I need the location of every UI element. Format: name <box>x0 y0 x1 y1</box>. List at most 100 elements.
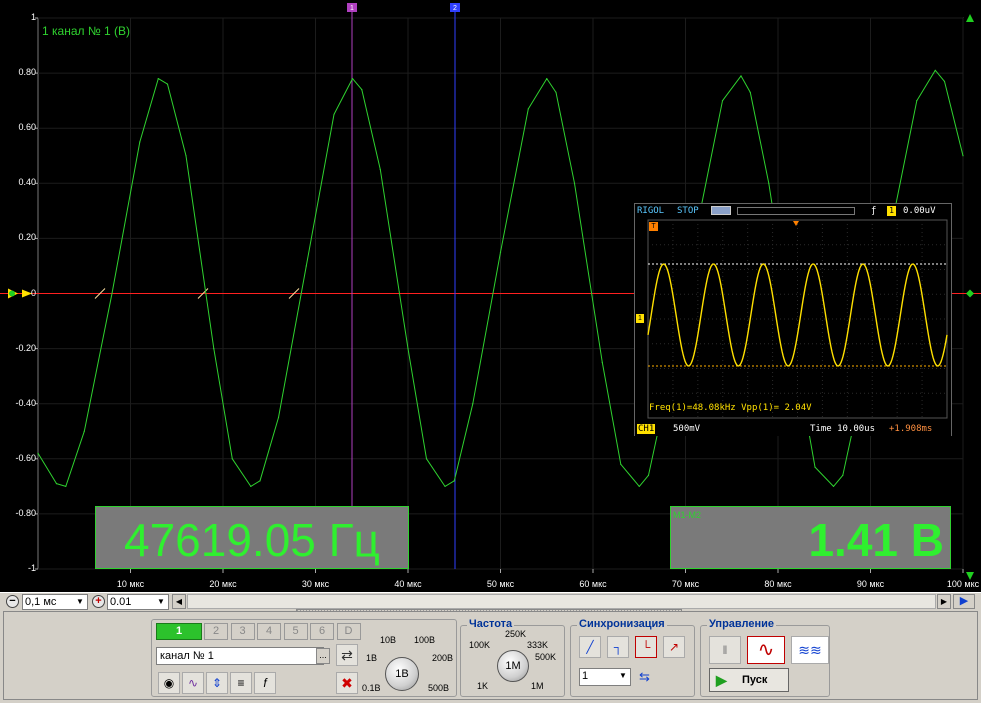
channel-more-button[interactable]: ... <box>316 648 330 664</box>
sync-align-icon[interactable]: ⇆ <box>639 669 650 685</box>
y-tick-label: -0.20 <box>15 342 36 353</box>
oscilloscope-display: 1 2 1 0.80 0.60 0.40 0.20 0 -0.20 -0.40 -0.60 -0.8… <box>0 0 981 592</box>
volts-knob[interactable]: 1В <box>385 657 419 691</box>
voltage-readout-box: M1-M2 1.41 В <box>670 506 951 569</box>
channel-tab-3[interactable]: 3 <box>230 623 255 640</box>
frequency-knob-label: 333K <box>527 640 549 650</box>
waveform-point <box>472 403 474 405</box>
waveform-point <box>55 482 58 485</box>
x-tick-label: 60 мкс <box>579 579 607 589</box>
trigger-channel-badge: 1 <box>887 206 896 216</box>
x-tick-label: 30 мкс <box>301 579 330 589</box>
y-tick-label: 0.80 <box>18 67 36 78</box>
waveform-point <box>305 265 307 267</box>
frequency-knob-label: 1M <box>531 681 544 691</box>
eye-icon[interactable]: ◉ <box>158 672 180 694</box>
scroll-up-marker-icon[interactable] <box>966 14 974 22</box>
waveform-point <box>139 141 141 143</box>
waveform-point <box>351 78 354 80</box>
start-button[interactable]: ▶ Пуск <box>709 668 789 692</box>
waveform-point <box>37 452 39 454</box>
x-tick-label: 80 мкс <box>764 579 792 589</box>
rigol-trig-marker: T <box>649 222 658 231</box>
frequency-knob-label: 100K <box>469 640 491 650</box>
single-sweep-icon[interactable]: ∿ <box>747 636 785 664</box>
memory-depth-bar <box>737 207 855 215</box>
y-tick-label: -0.80 <box>15 507 36 518</box>
sync-channel-select[interactable]: 1 ▼ <box>579 668 631 686</box>
vertical-position-icon[interactable]: ⇕ <box>206 672 228 694</box>
waveform-point <box>361 89 363 91</box>
function-icon[interactable]: f <box>254 672 276 694</box>
rigol-ch-label: CH1 <box>637 424 656 434</box>
rigol-screenshot: RIGOL STOP ƒ 1 0.00uV CH1 500mV Time 10.… <box>634 203 952 436</box>
zoom-in-amplitude-icon[interactable]: + <box>92 595 105 608</box>
waveform-point <box>166 83 169 85</box>
rigol-brand: RIGOL <box>637 206 665 216</box>
frequency-readout-box: 47619.05 Гц <box>95 506 409 569</box>
start-label: Пуск <box>742 674 768 686</box>
channel-group: 123456D канал № 1 ... ⇄ ◉ ∿ ⇕ ≡ f ✖ 1В 10… <box>151 619 457 697</box>
channel-name-value: канал № 1 <box>160 650 214 662</box>
scale-toolbar: − 0,1 мс ▼ + 0.01 ▼ ◀ ▶ ▶ <box>0 592 981 610</box>
sync-title: Синхронизация <box>577 618 667 630</box>
waveform-point <box>620 463 622 465</box>
delta-caption: M1-M2 <box>673 510 702 520</box>
volts-knob-label: 10В <box>380 635 397 645</box>
zoom-out-time-icon[interactable]: − <box>6 595 19 608</box>
waveform-point <box>277 416 280 419</box>
channel-name-field[interactable]: канал № 1 <box>156 647 324 665</box>
pause-icon[interactable]: ‖ <box>709 636 741 664</box>
y-tick-label: 0.20 <box>18 232 36 243</box>
waveform-point <box>749 91 751 93</box>
trigger-falling-icon[interactable]: └ <box>635 636 657 658</box>
waveform-point <box>647 474 650 476</box>
sync-channel-value: 1 <box>582 670 589 682</box>
control-group: Управление ‖ ∿ ≋≋ ▶ Пуск <box>700 618 830 697</box>
frequency-knob[interactable]: 1M <box>497 650 529 682</box>
trigger-edge-icon: ƒ <box>871 206 877 216</box>
channel-tab-6[interactable]: 6 <box>310 623 334 640</box>
x-tick-label: 20 мкс <box>209 579 237 589</box>
trigger-rising-icon[interactable]: ╱ <box>579 636 601 658</box>
trigger-auto-icon[interactable]: ↗ <box>663 636 685 658</box>
waveform-point <box>962 155 964 157</box>
chevron-down-icon: ▼ <box>157 597 165 606</box>
channel-swap-icon[interactable]: ⇄ <box>336 644 358 666</box>
channel-tab-4[interactable]: 4 <box>257 623 281 640</box>
sync-group: Синхронизация ╱ ┐ └ ↗ 1 ▼ ⇆ <box>570 618 695 697</box>
timebase-select[interactable]: 0,1 мс ▼ <box>22 594 88 610</box>
waveform-style-icon[interactable]: ∿ <box>182 672 204 694</box>
rigol-status: STOP <box>677 206 699 216</box>
play-icon: ▶ <box>716 672 727 688</box>
x-tick-label: 50 мкс <box>486 579 515 589</box>
channel-disable-icon[interactable]: ✖ <box>336 672 358 694</box>
channel-tab-D[interactable]: D <box>336 623 361 640</box>
scroll-left-button[interactable]: ◀ <box>172 594 186 609</box>
channel-tab-2[interactable]: 2 <box>204 623 228 640</box>
channel-tab-5[interactable]: 5 <box>283 623 308 640</box>
channel-tabs: 123456D <box>156 623 366 641</box>
y-tick-label: 0.40 <box>18 177 36 188</box>
rigol-measurements: Freq(1)=48.08kHz Vpp(1)= 2.04V <box>649 403 812 413</box>
waveform-point <box>111 292 113 295</box>
x-tick-label: 70 мкс <box>671 579 700 589</box>
amplitude-select[interactable]: 0.01 ▼ <box>107 594 169 610</box>
horizontal-scrollbar[interactable] <box>187 594 936 609</box>
waveform-point <box>916 100 918 102</box>
frequency-group: Частота 1M 250K 100K 333K 500K 1K 1M <box>460 618 565 697</box>
waveform-point <box>213 348 215 350</box>
waveform-point <box>157 78 159 80</box>
volts-knob-label: 100В <box>414 635 436 645</box>
waveform-point <box>740 75 742 77</box>
x-tick-label: 10 мкс <box>116 579 145 589</box>
frequency-readout: 47619.05 Гц <box>124 514 380 566</box>
grid-lines-icon[interactable]: ≡ <box>230 672 252 694</box>
waveform-point <box>934 69 936 71</box>
continuous-sweep-icon[interactable]: ≋≋ <box>791 636 829 664</box>
play-forward-button[interactable]: ▶ <box>953 594 975 609</box>
scroll-right-button[interactable]: ▶ <box>937 594 951 609</box>
trigger-step-up-icon[interactable]: ┐ <box>607 636 629 658</box>
channel-tab-1[interactable]: 1 <box>156 623 202 640</box>
waveform-point <box>444 485 446 487</box>
